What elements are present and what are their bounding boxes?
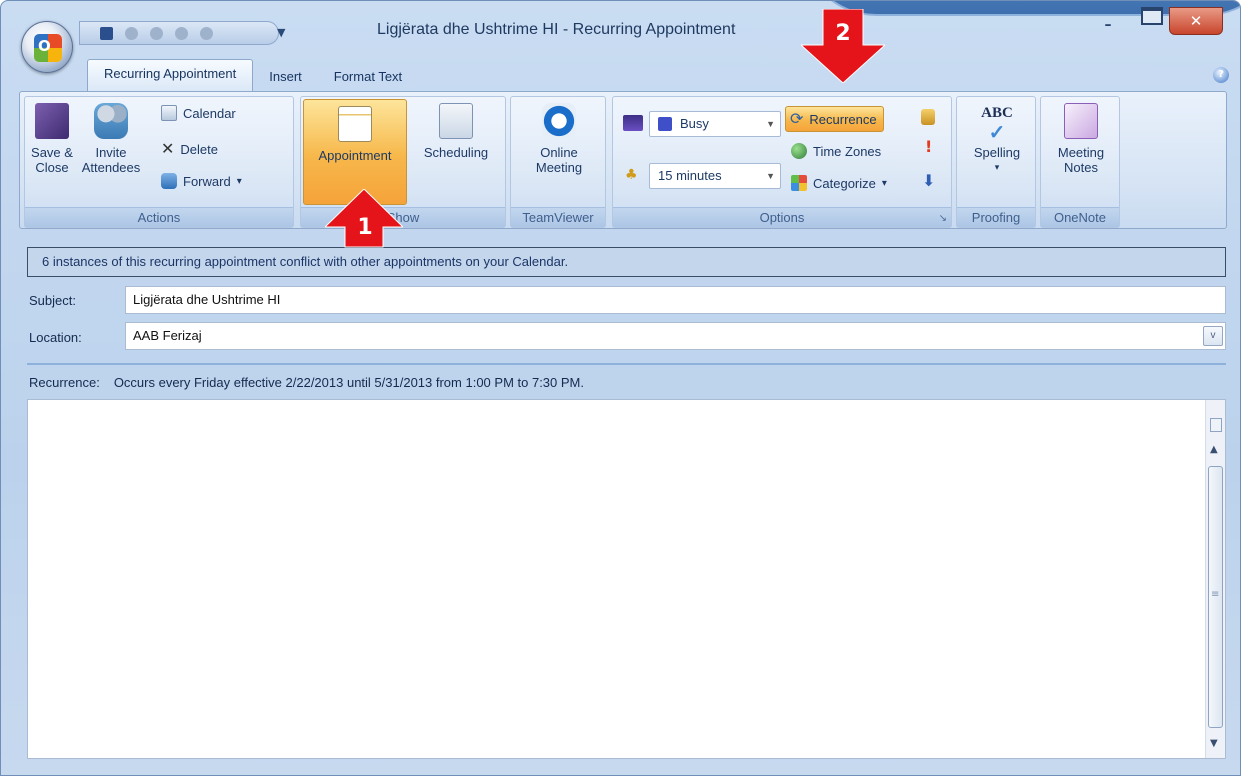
forward-button[interactable]: Forward ▾ bbox=[161, 173, 242, 189]
close-button[interactable]: ✕ bbox=[1169, 7, 1223, 35]
subject-label: Subject: bbox=[29, 293, 76, 308]
maximize-button[interactable] bbox=[1141, 7, 1163, 25]
chevron-down-icon: ▼ bbox=[766, 171, 775, 181]
ribbon-tabs: Recurring Appointment Insert Format Text bbox=[87, 59, 418, 91]
scroll-down-icon[interactable]: ▼ bbox=[1210, 738, 1218, 749]
conflict-info-bar: 6 instances of this recurring appointmen… bbox=[27, 247, 1226, 277]
group-onenote: Meeting Notes OneNote bbox=[1040, 96, 1120, 228]
previous-item-icon[interactable] bbox=[175, 26, 188, 40]
tab-recurring-appointment[interactable]: Recurring Appointment bbox=[87, 59, 254, 91]
online-meeting-button[interactable]: Online Meeting bbox=[517, 103, 601, 175]
group-proofing: ABC ✓ Spelling ▾ Proofing bbox=[956, 96, 1036, 228]
recurrence-icon: ⟳ bbox=[790, 111, 804, 128]
quick-access-toolbar bbox=[79, 21, 279, 45]
scroll-up-icon[interactable]: ▲ bbox=[1210, 444, 1218, 455]
next-item-icon[interactable] bbox=[200, 26, 213, 40]
spelling-button[interactable]: ABC ✓ Spelling ▾ bbox=[961, 103, 1033, 175]
categorize-icon bbox=[791, 175, 807, 191]
busy-color-icon bbox=[658, 117, 672, 131]
high-importance-icon[interactable]: ! bbox=[925, 137, 932, 156]
chevron-down-icon: ▼ bbox=[766, 119, 775, 129]
callout-2-number: 2 bbox=[835, 21, 851, 46]
invite-attendees-button[interactable]: Invite Attendees bbox=[79, 103, 143, 175]
tab-format-text[interactable]: Format Text bbox=[318, 63, 418, 91]
undo-icon[interactable] bbox=[125, 26, 138, 40]
private-lock-icon[interactable] bbox=[921, 109, 935, 125]
window-title: Ligjërata dhe Ushtrime HI - Recurring Ap… bbox=[377, 21, 736, 38]
globe-icon bbox=[791, 143, 807, 159]
group-options-label: Options bbox=[613, 207, 951, 227]
time-zones-button[interactable]: Time Zones bbox=[791, 143, 881, 159]
tab-insert[interactable]: Insert bbox=[253, 63, 318, 91]
group-proofing-label: Proofing bbox=[957, 207, 1035, 227]
group-actions: Save & Close Invite Attendees Calendar ✕… bbox=[24, 96, 294, 228]
spelling-dropdown-icon[interactable]: ▾ bbox=[961, 160, 1033, 175]
ribbon: Save & Close Invite Attendees Calendar ✕… bbox=[19, 91, 1227, 229]
scheduling-button[interactable]: Scheduling bbox=[413, 103, 499, 160]
help-icon[interactable]: ? bbox=[1213, 67, 1229, 83]
forward-dropdown-icon[interactable]: ▾ bbox=[237, 176, 242, 187]
delete-button[interactable]: ✕ Delete bbox=[161, 139, 218, 159]
recurrence-button[interactable]: ⟳ Recurrence bbox=[785, 106, 884, 132]
location-dropdown-button[interactable]: v bbox=[1203, 326, 1223, 346]
options-dialog-launcher-icon[interactable]: ↘ bbox=[939, 213, 947, 224]
notes-body-editor[interactable]: ▲ ≡ ▼ bbox=[27, 399, 1226, 759]
vertical-scrollbar[interactable]: ▲ ≡ ▼ bbox=[1205, 400, 1225, 758]
show-as-dropdown[interactable]: Busy ▼ bbox=[649, 111, 781, 137]
callout-1-number: 1 bbox=[357, 215, 373, 240]
teamviewer-icon bbox=[542, 103, 576, 139]
office-button[interactable]: O bbox=[21, 21, 73, 73]
invite-attendees-icon bbox=[94, 103, 128, 139]
grip-icon: ≡ bbox=[1211, 589, 1220, 600]
spelling-check-icon: ABC ✓ bbox=[981, 105, 1013, 144]
delete-icon: ✕ bbox=[161, 141, 175, 158]
low-importance-icon[interactable]: ⬇ bbox=[922, 171, 935, 190]
minimize-button[interactable]: – bbox=[1093, 17, 1123, 41]
group-options: Busy ▼ ♣ 15 minutes ▼ ⟳ Recurrence Time … bbox=[612, 96, 952, 228]
office-logo-icon: O bbox=[34, 34, 62, 62]
reminder-dropdown[interactable]: 15 minutes ▼ bbox=[649, 163, 781, 189]
show-as-icon bbox=[623, 115, 643, 131]
save-close-button[interactable]: Save & Close bbox=[29, 103, 75, 175]
categorize-button[interactable]: Categorize ▾ bbox=[791, 175, 887, 191]
ruler-toggle-icon[interactable] bbox=[1210, 418, 1222, 432]
group-actions-label: Actions bbox=[25, 207, 293, 227]
location-label: Location: bbox=[29, 330, 82, 345]
group-teamviewer-label: TeamViewer bbox=[511, 207, 605, 227]
onenote-icon bbox=[1064, 103, 1098, 139]
meeting-notes-button[interactable]: Meeting Notes bbox=[1045, 103, 1117, 175]
group-onenote-label: OneNote bbox=[1041, 207, 1119, 227]
categorize-dropdown-icon[interactable]: ▾ bbox=[882, 178, 887, 189]
divider bbox=[27, 363, 1226, 365]
calendar-icon bbox=[161, 105, 177, 121]
calendar-button[interactable]: Calendar bbox=[161, 105, 236, 121]
location-input[interactable]: AAB Ferizaj v bbox=[125, 322, 1226, 350]
recurrence-summary: Recurrence: Occurs every Friday effective… bbox=[29, 375, 584, 390]
reminder-bell-icon: ♣ bbox=[625, 167, 638, 183]
forward-icon bbox=[161, 173, 177, 189]
scroll-thumb[interactable]: ≡ bbox=[1208, 466, 1223, 728]
outlook-window: O ▼ Ligjërata dhe Ushtrime HI - Recurrin… bbox=[0, 0, 1241, 776]
save-close-icon bbox=[35, 103, 69, 139]
save-icon[interactable] bbox=[100, 26, 113, 40]
customize-qat-icon[interactable]: ▼ bbox=[277, 26, 285, 39]
redo-icon[interactable] bbox=[150, 26, 163, 40]
appointment-icon bbox=[338, 106, 372, 142]
group-teamviewer: Online Meeting TeamViewer bbox=[510, 96, 606, 228]
subject-input[interactable]: Ligjërata dhe Ushtrime HI bbox=[125, 286, 1226, 314]
scheduling-icon bbox=[439, 103, 473, 139]
